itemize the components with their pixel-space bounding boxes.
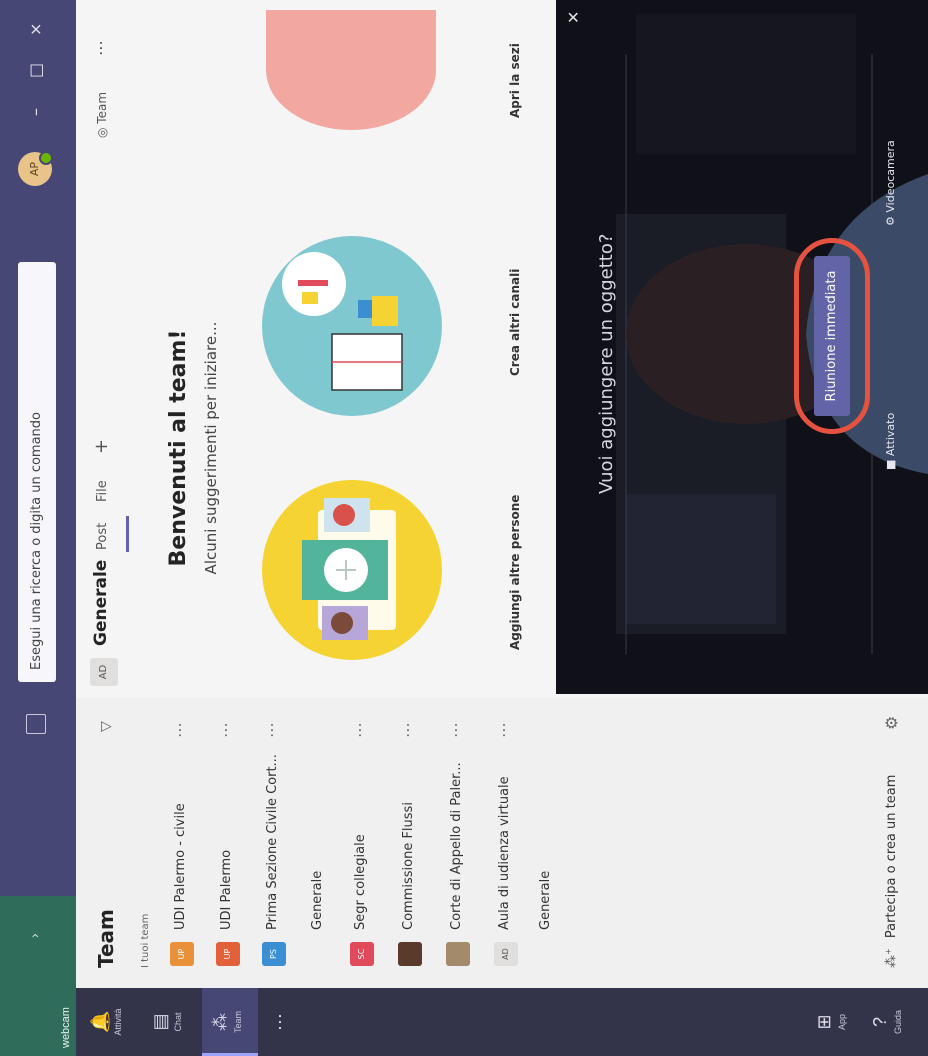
compose-icon[interactable] [26, 714, 46, 734]
close-icon[interactable]: ✕ [564, 11, 583, 24]
teams-title: Team [94, 909, 118, 968]
appbar-activity[interactable]: 🔔 Attività [82, 988, 138, 1056]
team-avatar: SC [350, 942, 374, 966]
appbar-label: Chat [173, 1012, 183, 1032]
title-bar: webcam › Esegui una ricerca o digita un … [0, 0, 76, 1056]
gear-icon[interactable]: ⚙ [882, 716, 901, 730]
team-item[interactable]: AD Aula di udienza virtuale ⋯ [484, 698, 528, 988]
appbar-label: Guida [893, 1009, 903, 1035]
tab-post[interactable]: Post [95, 523, 110, 550]
more-options-icon[interactable]: ⋯ [350, 722, 369, 738]
toggle-label: Attivato [884, 412, 897, 457]
search-input[interactable]: Esegui una ricerca o digita un comando [18, 262, 56, 682]
status-available-icon [39, 151, 53, 165]
team-avatar [446, 942, 470, 966]
close-button[interactable]: × [26, 23, 45, 36]
team-name: UDI Palermo - civile [173, 803, 188, 930]
team-name: Segr collegiale [353, 834, 368, 930]
maximize-button[interactable]: □ [26, 63, 45, 78]
team-name: Corte di Appello di Paler... [449, 762, 464, 930]
team-name: Prima Sezione Civile Cort... [265, 754, 280, 930]
add-tab-icon[interactable]: + [91, 439, 112, 454]
team-item[interactable]: SC Segr collegiale ⋯ [340, 698, 384, 988]
open-faq-link[interactable]: Apri la sezi [508, 43, 522, 118]
more-options-icon[interactable]: ⋯ [398, 722, 417, 738]
more-options-icon[interactable]: ⋯ [262, 722, 281, 738]
more-options-icon[interactable]: ⋯ [446, 722, 465, 738]
teams-panel: Team ▽ I tuoi team UP UDI Palermo - civi… [76, 697, 928, 988]
appbar-apps[interactable]: ⊞ App [806, 988, 862, 1056]
minimize-button[interactable]: – [26, 108, 45, 116]
appbar-more[interactable]: ⋯ [262, 988, 318, 1056]
channel-title: Generale [91, 559, 111, 646]
team-info-link[interactable]: ◎ Team [95, 92, 109, 138]
team-avatar [398, 942, 422, 966]
user-avatar[interactable]: AP [18, 151, 53, 186]
bell-icon: 🔔 [90, 1010, 110, 1033]
subject-prompt[interactable]: Vuoi aggiungere un oggetto? [596, 234, 617, 494]
help-icon: ? [870, 1017, 890, 1028]
appbar-chat[interactable]: ▤ Chat [142, 988, 198, 1056]
create-channels-illustration [262, 236, 442, 416]
more-apps-icon: ⋯ [270, 1013, 290, 1031]
more-options-icon[interactable]: ⋯ [91, 40, 110, 56]
meeting-preview-panel: ✕ Vuoi aggiungere un oggetto? Riunione i… [556, 0, 928, 694]
appbar-label: Team [233, 1011, 243, 1034]
tab-file[interactable]: File [95, 480, 110, 502]
app-bar: 🔔 Attività ▤ Chat ⁂ Team ⋯ ⊞ App ? Guida [76, 988, 928, 1056]
team-item[interactable]: PS Prima Sezione Civile Cort... ⋯ [252, 698, 296, 988]
section-label: I tuoi team [140, 913, 151, 968]
appbar-teams[interactable]: ⁂ Team [202, 988, 258, 1056]
teams-icon: ⁂ [210, 1013, 230, 1031]
team-avatar: UP [170, 942, 194, 966]
team-name: Aula di udienza virtuale [497, 776, 512, 930]
channel-item[interactable]: Generale [538, 871, 553, 930]
create-channels-link[interactable]: Crea altri canali [508, 269, 522, 376]
welcome-heading: Benvenuti al team! [166, 329, 191, 567]
user-initials: AP [28, 161, 41, 177]
camera-icon: ⚙ [884, 216, 897, 226]
team-link-label: Team [95, 91, 109, 124]
add-people-illustration [262, 480, 442, 660]
highlight-ring [794, 238, 870, 434]
team-item[interactable]: UP UDI Palermo - civile ⋯ [160, 698, 204, 988]
chat-icon: ▤ [150, 1013, 170, 1031]
team-item[interactable]: Corte di Appello di Paler... ⋯ [436, 698, 480, 988]
toggle-on-icon: ■ [884, 459, 897, 470]
camera-settings[interactable]: ⚙ Videocamera [884, 140, 897, 226]
appbar-label: Attività [113, 1008, 123, 1036]
team-item[interactable]: UP UDI Palermo ⋯ [206, 698, 250, 988]
camera-toggle[interactable]: ■ Attivato [884, 413, 897, 470]
filter-icon[interactable]: ▽ [98, 718, 114, 732]
people-cards-icon [302, 498, 396, 640]
active-tab-indicator [126, 516, 129, 552]
team-avatar: AD [494, 942, 518, 966]
webcam-tab[interactable]: webcam › [0, 896, 76, 1056]
channel-item[interactable]: Generale [310, 871, 325, 930]
join-create-team[interactable]: ⁂⁺ Partecipa o crea un team [884, 775, 899, 968]
teams-window: webcam › Esegui una ricerca o digita un … [0, 0, 928, 1056]
webcam-label: webcam [60, 1007, 72, 1048]
join-label: Partecipa o crea un team [884, 774, 899, 939]
team-name: UDI Palermo [219, 849, 234, 930]
appbar-label: App [837, 1014, 847, 1031]
chevron-right-icon[interactable]: › [26, 933, 42, 938]
channel-header: AD Generale Post File + ◎ Team ⋯ [76, 0, 132, 698]
suggestion-text: Alcuni suggerimenti per iniziare... [202, 321, 220, 575]
appbar-help[interactable]: ? Guida [862, 988, 918, 1056]
channel-avatar: AD [90, 658, 118, 686]
team-avatar: PS [262, 942, 286, 966]
channels-icon [282, 252, 403, 391]
add-people-link[interactable]: Aggiungi altre persone [508, 495, 522, 650]
more-options-icon[interactable]: ⋯ [216, 722, 235, 738]
add-people-icon: ⁂⁺ [884, 948, 899, 968]
team-name: Commissione Flussi [401, 802, 416, 930]
camera-label: Videocamera [884, 140, 897, 213]
more-options-icon[interactable]: ⋯ [494, 722, 513, 738]
team-item[interactable]: Commissione Flussi ⋯ [388, 698, 432, 988]
more-options-icon[interactable]: ⋯ [170, 722, 189, 738]
team-avatar: UP [216, 942, 240, 966]
open-faq-illustration [266, 10, 436, 130]
apps-icon: ⊞ [814, 1014, 834, 1030]
